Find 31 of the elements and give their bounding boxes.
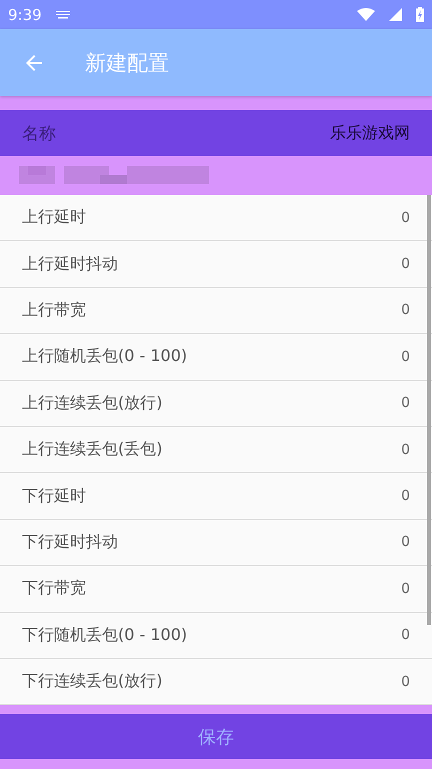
keyboard-icon [56, 10, 70, 18]
setting-label: 下行延时抖动 [22, 532, 118, 553]
setting-value[interactable]: 0 [401, 488, 410, 504]
setting-value[interactable]: 0 [401, 627, 410, 644]
name-value[interactable]: 乐乐游戏网 [330, 122, 410, 144]
setting-label: 下行带宽 [22, 578, 86, 600]
status-time: 9:39 [8, 6, 42, 24]
setting-value[interactable]: 0 [401, 210, 410, 226]
setting-label: 上行带宽 [22, 300, 86, 321]
setting-value[interactable]: 0 [401, 674, 410, 690]
wifi-icon [357, 8, 375, 21]
setting-label: 上行延时 [22, 207, 86, 228]
setting-value[interactable]: 0 [401, 442, 410, 458]
setting-label: 上行随机丢包(0 - 100) [22, 346, 188, 368]
setting-value[interactable]: 0 [401, 348, 410, 365]
setting-label: 下行延时 [22, 486, 86, 507]
setting-value[interactable]: 0 [401, 256, 410, 272]
setting-value[interactable]: 0 [401, 395, 410, 412]
setting-value[interactable]: 0 [401, 580, 410, 597]
name-label: 名称 [22, 122, 56, 144]
screen-title: 新建配置 [85, 50, 169, 76]
setting-value[interactable]: 0 [401, 302, 410, 318]
save-button[interactable]: 保存 [0, 714, 432, 759]
setting-label: 上行连续丢包(放行) [22, 392, 162, 414]
setting-label: 下行连续丢包(放行) [22, 671, 162, 692]
setting-value[interactable]: 0 [401, 534, 410, 550]
battery-icon [416, 7, 424, 22]
setting-label: 上行连续丢包(丢包) [22, 439, 162, 460]
setting-label: 上行延时抖动 [22, 254, 118, 275]
setting-label: 下行随机丢包(0 - 100) [22, 624, 188, 646]
signal-icon [389, 8, 402, 21]
